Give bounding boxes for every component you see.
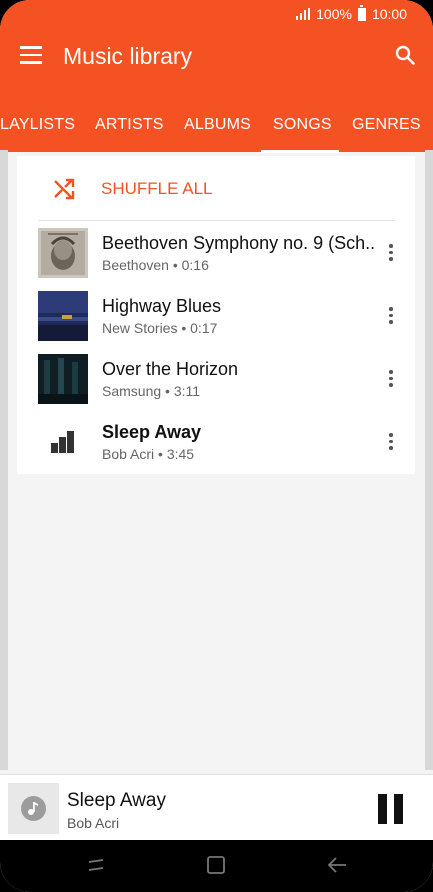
song-title: Highway Blues <box>102 296 222 316</box>
tab-songs[interactable]: SONGS <box>273 116 332 134</box>
song-list: SHUFFLE ALL Beethoven Symphony no. 9 (Sc… <box>17 156 415 474</box>
search-icon[interactable] <box>395 45 415 65</box>
shuffle-icon <box>54 178 75 200</box>
song-title: Over the Horizon <box>102 359 239 379</box>
menu-icon[interactable] <box>20 46 42 64</box>
app-bar: Music library <box>0 28 433 94</box>
mini-player-artist: Bob Acri <box>67 815 120 831</box>
song-title: Sleep Away <box>102 422 202 442</box>
mini-player[interactable]: Sleep Away Bob Acri <box>0 774 433 840</box>
more-options-icon[interactable] <box>389 307 393 325</box>
song-row[interactable]: Over the Horizon Samsung • 3:11 <box>17 348 415 411</box>
mini-player-art <box>8 783 59 834</box>
pause-icon <box>378 794 387 824</box>
edge-panel <box>0 150 8 770</box>
song-row[interactable]: Highway Blues New Stories • 0:17 <box>17 285 415 348</box>
song-row-playing[interactable]: Sleep Away Bob Acri • 3:45 <box>17 411 415 474</box>
phone-screen: 100% 10:00 Music library LAYLISTS ARTIST… <box>0 0 433 892</box>
shuffle-all-label: SHUFFLE ALL <box>101 179 213 198</box>
tab-genres[interactable]: GENRES <box>352 116 421 134</box>
more-options-icon[interactable] <box>389 370 393 388</box>
back-icon[interactable] <box>326 854 350 876</box>
tab-albums[interactable]: ALBUMS <box>184 116 251 134</box>
signal-icon <box>296 8 311 20</box>
divider <box>38 220 395 221</box>
page-title: Music library <box>63 43 193 69</box>
song-subtitle: Beethoven • 0:16 <box>102 257 209 273</box>
now-playing-equalizer-icon <box>51 431 74 453</box>
song-title: Beethoven Symphony no. 9 (Sch.. <box>102 233 376 253</box>
status-bar: 100% 10:00 <box>0 0 433 28</box>
tab-artists[interactable]: ARTISTS <box>95 116 164 134</box>
tab-selected-indicator <box>261 150 339 153</box>
music-note-icon <box>21 796 46 821</box>
tab-bar: LAYLISTS ARTISTS ALBUMS SONGS GENRES <box>0 94 433 152</box>
home-icon[interactable] <box>204 854 228 876</box>
edge-panel <box>425 150 433 770</box>
navigation-bar <box>0 840 433 892</box>
tab-playlists[interactable]: LAYLISTS <box>0 116 75 134</box>
more-options-icon[interactable] <box>389 244 393 262</box>
album-art <box>38 291 88 341</box>
song-subtitle: Samsung • 3:11 <box>102 383 201 399</box>
recent-apps-icon[interactable] <box>84 854 108 876</box>
song-subtitle: New Stories • 0:17 <box>102 320 218 336</box>
mini-player-title: Sleep Away <box>67 790 166 811</box>
song-row[interactable]: Beethoven Symphony no. 9 (Sch.. Beethove… <box>17 222 415 285</box>
clock: 10:00 <box>371 6 407 22</box>
pause-button[interactable] <box>378 794 404 824</box>
battery-percent: 100% <box>316 6 352 22</box>
more-options-icon[interactable] <box>389 433 393 451</box>
song-subtitle: Bob Acri • 3:45 <box>102 446 195 462</box>
album-art <box>38 228 88 278</box>
battery-icon <box>357 4 366 21</box>
shuffle-all-button[interactable]: SHUFFLE ALL <box>17 156 415 221</box>
album-art <box>38 354 88 404</box>
